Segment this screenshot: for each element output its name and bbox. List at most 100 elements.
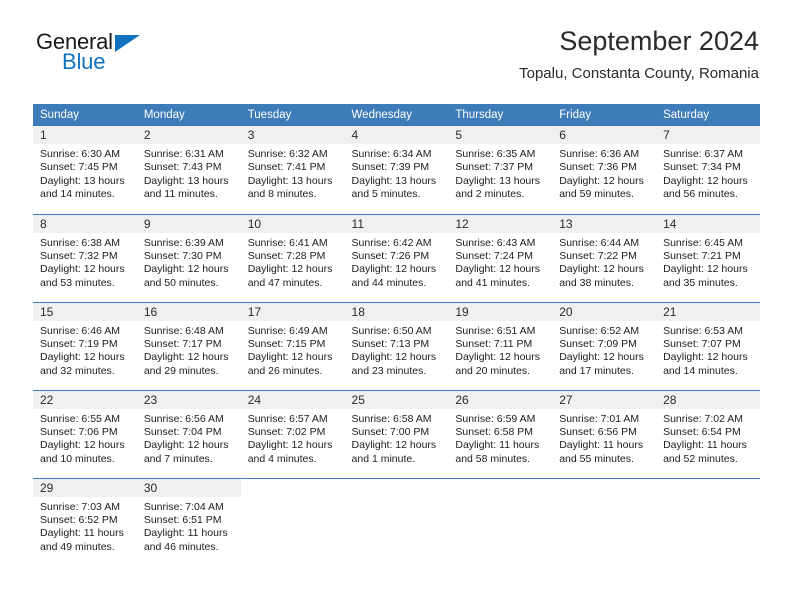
daylight-text-line1: Daylight: 12 hours [663,263,748,276]
day-number: 7 [656,126,760,144]
day-info: Sunrise: 7:04 AM Sunset: 6:51 PM Dayligh… [137,497,241,555]
weekday-header-row: Sunday Monday Tuesday Wednesday Thursday… [33,104,760,126]
daylight-text-line2: and 8 minutes. [247,188,317,201]
daylight-text-line1: Daylight: 12 hours [559,263,644,276]
day-cell[interactable]: 3 Sunrise: 6:32 AM Sunset: 7:41 PM Dayli… [240,126,345,214]
day-cell[interactable]: 24 Sunrise: 6:57 AM Sunset: 7:02 PM Dayl… [240,389,345,478]
day-info: Sunrise: 6:50 AM Sunset: 7:13 PM Dayligh… [345,321,449,379]
daylight-text-line2: and 11 minutes. [143,188,218,201]
day-cell[interactable]: 25 Sunrise: 6:58 AM Sunset: 7:00 PM Dayl… [344,389,449,478]
day-number: 2 [136,126,241,144]
day-cell[interactable]: 7 Sunrise: 6:37 AM Sunset: 7:34 PM Dayli… [656,126,760,214]
day-cell[interactable]: 1 Sunrise: 6:30 AM Sunset: 7:45 PM Dayli… [33,126,137,214]
page-title: September 2024 [559,26,759,56]
daylight-text-line1: Daylight: 12 hours [351,439,437,452]
weekday-header-friday: Friday [552,104,657,126]
daylight-text-line1: Daylight: 12 hours [455,263,541,276]
day-cell[interactable]: 19 Sunrise: 6:51 AM Sunset: 7:11 PM Dayl… [448,301,553,390]
day-number: 16 [136,302,241,321]
day-info: Sunrise: 6:55 AM Sunset: 7:06 PM Dayligh… [33,409,137,467]
day-cell[interactable]: 22 Sunrise: 6:55 AM Sunset: 7:06 PM Dayl… [33,389,137,478]
day-cell[interactable]: 9 Sunrise: 6:39 AM Sunset: 7:30 PM Dayli… [136,213,241,302]
day-cell[interactable]: 8 Sunrise: 6:38 AM Sunset: 7:32 PM Dayli… [33,213,137,302]
day-cell[interactable]: 11 Sunrise: 6:42 AM Sunset: 7:26 PM Dayl… [344,213,449,302]
day-cell[interactable]: 21 Sunrise: 6:53 AM Sunset: 7:07 PM Dayl… [656,301,760,390]
day-cell[interactable]: 17 Sunrise: 6:49 AM Sunset: 7:15 PM Dayl… [240,301,345,390]
page-header: General Blue September 2024 Topalu, Cons… [0,0,792,82]
daylight-text-line1: Daylight: 12 hours [559,174,644,187]
day-cell[interactable]: 5 Sunrise: 6:35 AM Sunset: 7:37 PM Dayli… [448,126,553,214]
daylight-text-line1: Daylight: 12 hours [663,351,748,364]
daylight-text-line2: and 10 minutes. [40,452,115,465]
sunset-text: Sunset: 7:22 PM [559,249,637,262]
day-number: 23 [136,390,241,409]
weekday-header-thursday: Thursday [448,104,553,126]
day-info: Sunrise: 6:46 AM Sunset: 7:19 PM Dayligh… [33,321,137,379]
sunset-text: Sunset: 7:30 PM [143,249,222,262]
sunset-text: Sunset: 6:58 PM [455,425,534,438]
sunrise-text: Sunrise: 7:02 AM [663,412,744,425]
day-info: Sunrise: 6:35 AM Sunset: 7:37 PM Dayligh… [448,144,552,202]
sunset-text: Sunset: 7:32 PM [40,249,118,262]
sunrise-text: Sunrise: 6:56 AM [143,412,224,425]
day-cell[interactable]: 4 Sunrise: 6:34 AM Sunset: 7:39 PM Dayli… [344,126,449,214]
day-cell[interactable]: 13 Sunrise: 6:44 AM Sunset: 7:22 PM Dayl… [552,213,657,302]
day-cell[interactable]: 6 Sunrise: 6:36 AM Sunset: 7:36 PM Dayli… [552,126,657,214]
sunrise-text: Sunrise: 6:32 AM [247,148,328,160]
sunrise-text: Sunrise: 6:43 AM [455,236,536,249]
daylight-text-line1: Daylight: 12 hours [40,439,125,452]
day-number: 9 [136,214,241,233]
sunset-text: Sunset: 7:09 PM [559,337,637,350]
sunrise-text: Sunrise: 6:34 AM [351,148,432,160]
day-number: 14 [656,214,760,233]
day-cell[interactable]: 30 Sunrise: 7:04 AM Sunset: 6:51 PM Dayl… [136,477,241,566]
sunset-text: Sunset: 7:37 PM [455,161,534,174]
day-info: Sunrise: 6:45 AM Sunset: 7:21 PM Dayligh… [656,233,760,291]
day-number: 21 [656,302,760,321]
day-number: 8 [33,214,137,233]
day-info: Sunrise: 7:02 AM Sunset: 6:54 PM Dayligh… [656,409,760,467]
day-cell[interactable]: 26 Sunrise: 6:59 AM Sunset: 6:58 PM Dayl… [448,389,553,478]
daylight-text-line2: and 49 minutes. [40,540,115,553]
day-cell[interactable]: 23 Sunrise: 6:56 AM Sunset: 7:04 PM Dayl… [136,389,241,478]
day-cell[interactable]: 10 Sunrise: 6:41 AM Sunset: 7:28 PM Dayl… [240,213,345,302]
day-number: 6 [552,126,657,144]
day-cell[interactable]: 18 Sunrise: 6:50 AM Sunset: 7:13 PM Dayl… [344,301,449,390]
day-number [552,479,656,497]
sunset-text: Sunset: 6:51 PM [143,513,222,526]
day-cell[interactable]: 12 Sunrise: 6:43 AM Sunset: 7:24 PM Dayl… [448,213,553,302]
sunrise-text: Sunrise: 6:37 AM [663,148,744,160]
day-number [241,479,345,497]
sunrise-text: Sunrise: 7:03 AM [40,500,120,513]
sunset-text: Sunset: 6:52 PM [40,513,118,526]
day-cell-empty [448,477,553,566]
day-cell[interactable]: 14 Sunrise: 6:45 AM Sunset: 7:21 PM Dayl… [656,213,760,302]
day-info: Sunrise: 6:38 AM Sunset: 7:32 PM Dayligh… [33,233,137,291]
daylight-text-line1: Daylight: 12 hours [143,439,229,452]
day-number: 24 [240,390,345,409]
day-info: Sunrise: 7:03 AM Sunset: 6:52 PM Dayligh… [33,497,137,555]
day-info: Sunrise: 6:42 AM Sunset: 7:26 PM Dayligh… [345,233,449,291]
day-number: 15 [33,302,137,321]
day-cell[interactable]: 16 Sunrise: 6:48 AM Sunset: 7:17 PM Dayl… [136,301,241,390]
day-cell[interactable]: 29 Sunrise: 7:03 AM Sunset: 6:52 PM Dayl… [33,477,137,566]
sunset-text: Sunset: 7:19 PM [40,337,118,350]
sunset-text: Sunset: 7:17 PM [143,337,222,350]
daylight-text-line2: and 59 minutes. [559,188,634,201]
day-cell[interactable]: 20 Sunrise: 6:52 AM Sunset: 7:09 PM Dayl… [552,301,657,390]
day-cell[interactable]: 27 Sunrise: 7:01 AM Sunset: 6:56 PM Dayl… [552,389,657,478]
day-cell[interactable]: 28 Sunrise: 7:02 AM Sunset: 6:54 PM Dayl… [656,389,760,478]
daylight-text-line1: Daylight: 12 hours [247,263,333,276]
daylight-text-line1: Daylight: 13 hours [143,174,229,187]
day-info: Sunrise: 6:49 AM Sunset: 7:15 PM Dayligh… [241,321,345,379]
daylight-text-line1: Daylight: 12 hours [351,351,437,364]
calendar-page: General Blue September 2024 Topalu, Cons… [0,0,792,612]
day-number: 17 [240,302,345,321]
daylight-text-line2: and 14 minutes. [40,188,115,201]
daylight-text-line2: and 32 minutes. [40,364,115,377]
day-cell[interactable]: 2 Sunrise: 6:31 AM Sunset: 7:43 PM Dayli… [136,126,241,214]
calendar-table: Sunday Monday Tuesday Wednesday Thursday… [33,104,760,566]
daylight-text-line1: Daylight: 13 hours [247,174,333,187]
day-cell[interactable]: 15 Sunrise: 6:46 AM Sunset: 7:19 PM Dayl… [33,301,137,390]
sunrise-text: Sunrise: 6:50 AM [351,324,432,337]
